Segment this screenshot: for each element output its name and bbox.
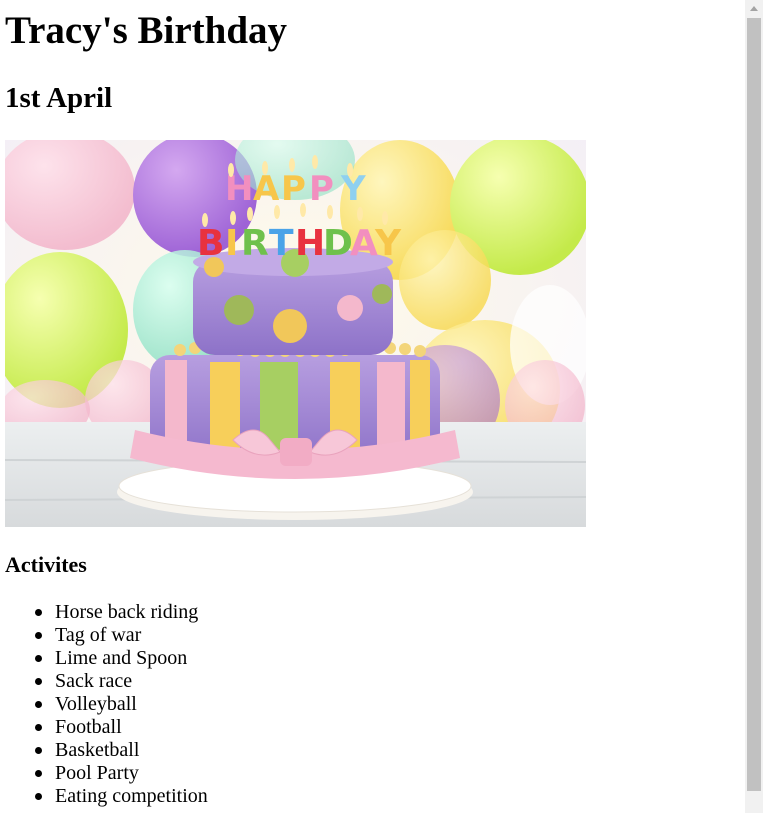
- bullet-icon: [35, 678, 42, 685]
- svg-text:T: T: [269, 223, 294, 264]
- bullet-icon: [35, 632, 42, 639]
- bullet-icon: [35, 724, 42, 731]
- bullet-icon: [35, 609, 42, 616]
- list-item: Sack race: [35, 670, 208, 693]
- list-item-label: Tag of war: [55, 624, 142, 646]
- list-item-label: Basketball: [55, 739, 140, 761]
- list-item-label: Volleyball: [55, 693, 137, 715]
- birthday-cake-image: H A P P Y B I R T H D A Y: [5, 140, 586, 527]
- bullet-icon: [35, 770, 42, 777]
- list-item: Eating competition: [35, 785, 208, 808]
- svg-text:P: P: [281, 169, 306, 209]
- svg-text:A: A: [253, 169, 280, 209]
- list-item: Lime and Spoon: [35, 647, 208, 670]
- list-item: Pool Party: [35, 762, 208, 785]
- list-item-label: Lime and Spoon: [55, 647, 188, 669]
- svg-text:H: H: [295, 223, 325, 264]
- activities-list: Horse back riding Tag of war Lime and Sp…: [5, 601, 208, 808]
- page-title: Tracy's Birthday: [5, 9, 288, 52]
- svg-text:D: D: [323, 223, 353, 264]
- svg-text:Y: Y: [340, 169, 366, 209]
- list-item: Football: [35, 716, 208, 739]
- list-item-label: Football: [55, 716, 122, 738]
- svg-text:B: B: [197, 223, 224, 264]
- svg-text:P: P: [309, 169, 334, 209]
- svg-text:R: R: [241, 223, 269, 264]
- bullet-icon: [35, 747, 42, 754]
- activities-heading: Activites: [5, 552, 87, 577]
- scrollbar-thumb[interactable]: [747, 18, 761, 791]
- list-item: Volleyball: [35, 693, 208, 716]
- svg-text:A: A: [350, 223, 378, 264]
- bullet-icon: [35, 655, 42, 662]
- list-item: Tag of war: [35, 624, 208, 647]
- svg-text:I: I: [225, 223, 238, 264]
- list-item-label: Horse back riding: [55, 601, 199, 623]
- scroll-up-arrow-icon[interactable]: [745, 0, 763, 17]
- list-item: Horse back riding: [35, 601, 208, 624]
- vertical-scrollbar[interactable]: [745, 0, 763, 813]
- svg-text:Y: Y: [374, 223, 402, 264]
- event-date: 1st April: [5, 82, 113, 114]
- list-item: Basketball: [35, 739, 208, 762]
- bullet-icon: [35, 701, 42, 708]
- list-item-label: Pool Party: [55, 762, 139, 784]
- list-item-label: Sack race: [55, 670, 133, 692]
- bullet-icon: [35, 793, 42, 800]
- list-item-label: Eating competition: [55, 785, 208, 807]
